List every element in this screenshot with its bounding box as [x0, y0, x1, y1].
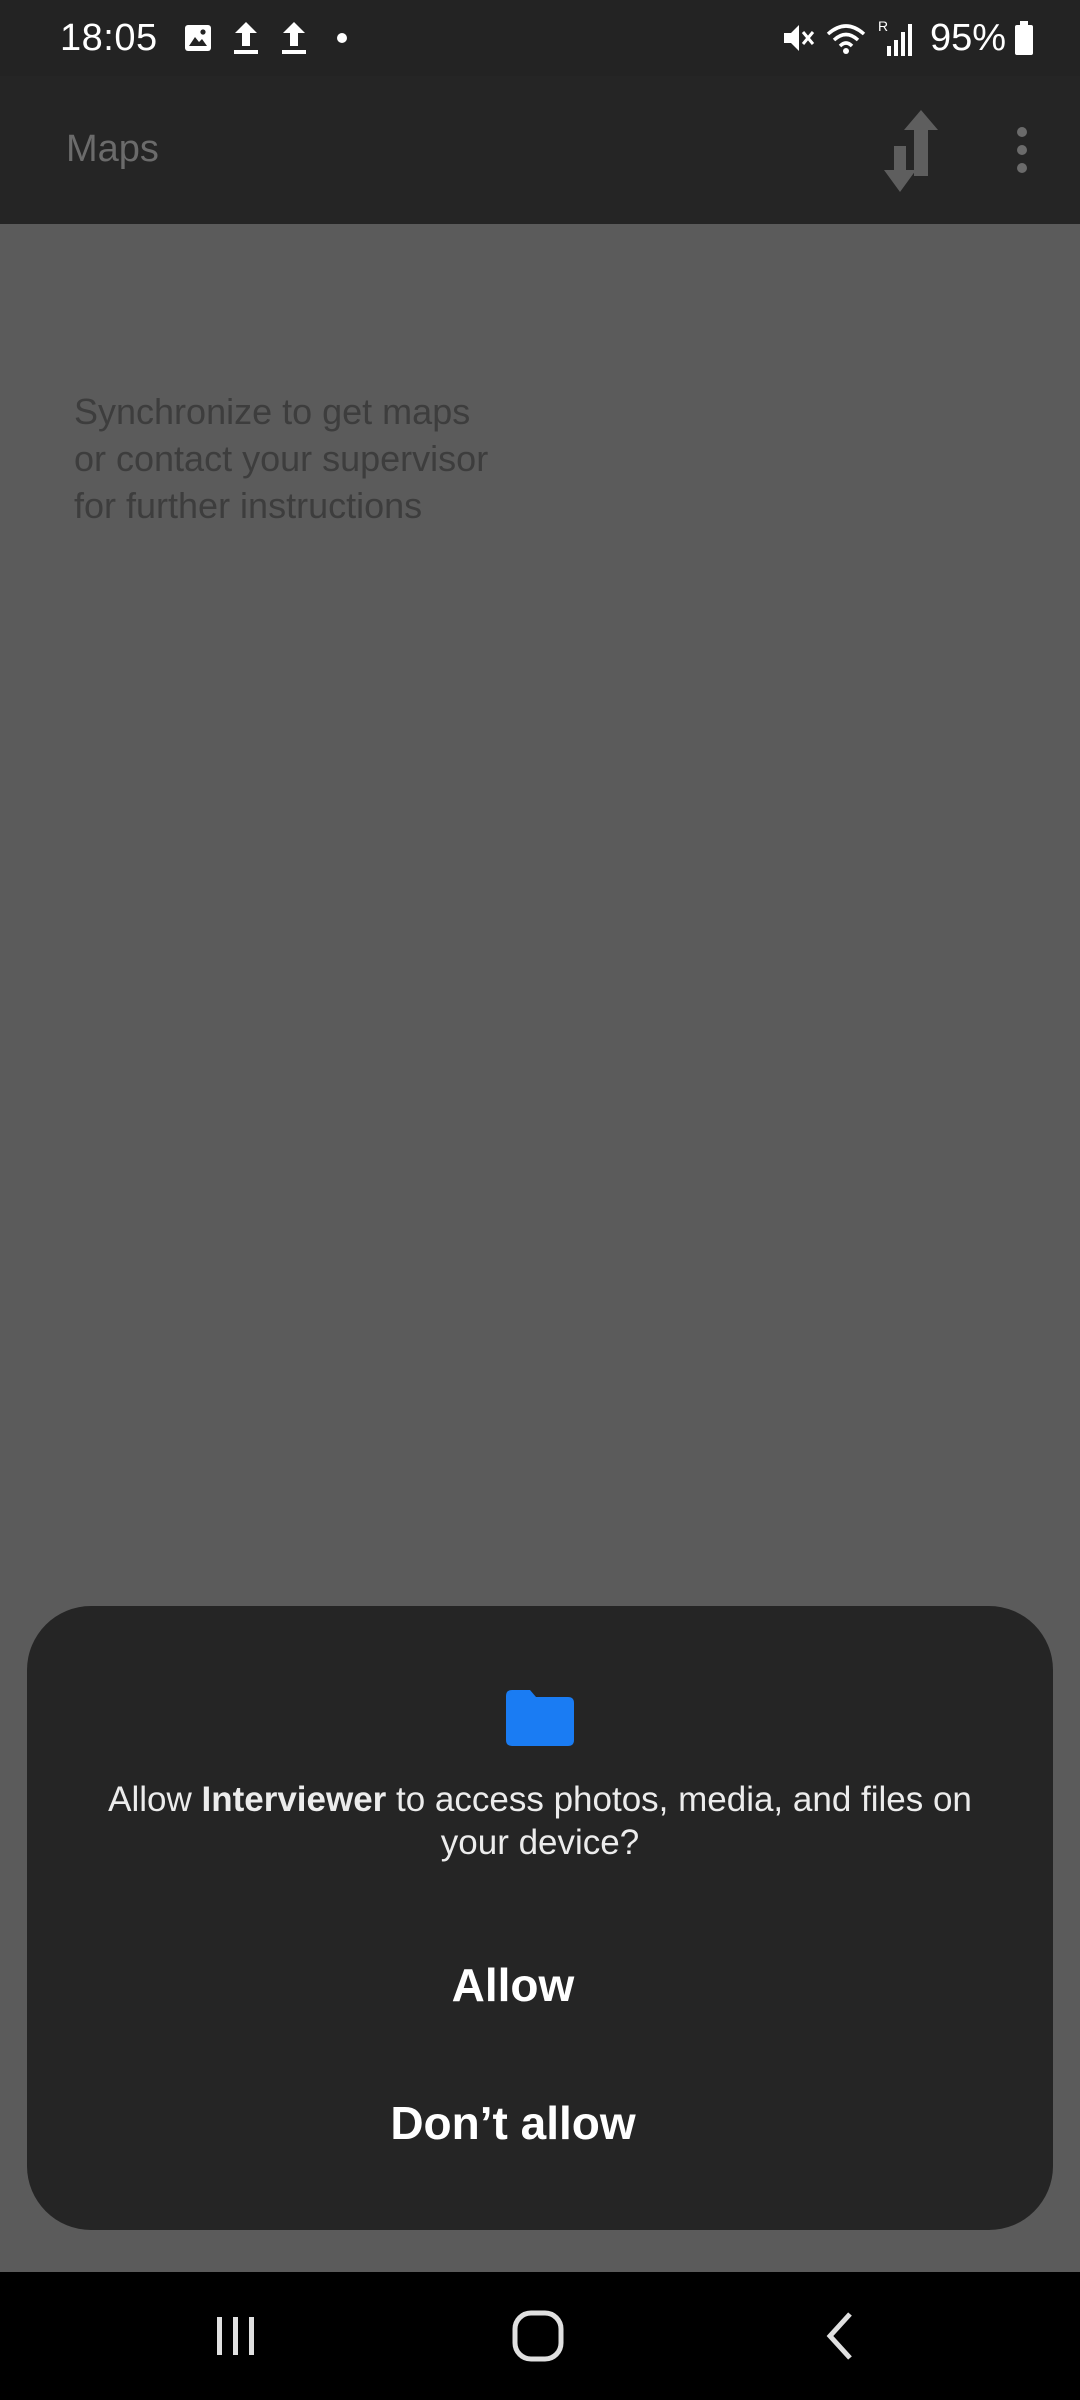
back-icon: [826, 2312, 852, 2360]
sync-icon: [884, 110, 938, 192]
signal-icon: R: [876, 18, 916, 58]
status-right: R 95%: [780, 0, 1044, 76]
recents-button[interactable]: [186, 2298, 286, 2374]
dont-allow-button[interactable]: Don’t allow: [0, 2068, 1026, 2178]
permission-message: Allow Interviewer to access photos, medi…: [87, 1778, 993, 1864]
app-bar: Maps: [0, 76, 1080, 224]
status-time: 18:05: [60, 16, 158, 59]
permission-message-suffix: to access photos, media, and files on yo…: [386, 1780, 972, 1862]
battery-percent: 95%: [929, 16, 1006, 59]
folder-icon: [502, 1686, 578, 1748]
navigation-bar: [0, 2272, 1080, 2400]
recents-icon: [217, 2317, 254, 2355]
notification-dot-icon: [324, 18, 360, 58]
status-bar: 18:05 R 95%: [0, 0, 1080, 76]
upload-icon: [228, 18, 264, 58]
more-vert-icon: [1017, 127, 1027, 173]
status-left: 18:05: [60, 0, 372, 76]
mute-icon: [780, 18, 816, 58]
screen: 18:05 R 95% Maps Synchronize to get maps…: [0, 0, 1080, 2400]
gallery-icon: [180, 18, 216, 58]
upload-icon: [276, 18, 312, 58]
empty-maps-message: Synchronize to get maps or contact your …: [74, 391, 489, 526]
home-button[interactable]: [488, 2298, 588, 2374]
battery-icon: [1012, 18, 1036, 58]
allow-button[interactable]: Allow: [0, 1930, 1026, 2040]
more-options-button[interactable]: [1004, 120, 1040, 184]
app-title: Maps: [66, 128, 159, 170]
permission-message-prefix: Allow: [108, 1780, 202, 1819]
signal-roaming-label: R: [878, 18, 888, 34]
sync-button[interactable]: [876, 106, 946, 196]
home-icon: [512, 2310, 564, 2362]
permission-app-name: Interviewer: [201, 1780, 387, 1819]
wifi-icon: [824, 18, 868, 58]
back-button[interactable]: [790, 2298, 890, 2374]
